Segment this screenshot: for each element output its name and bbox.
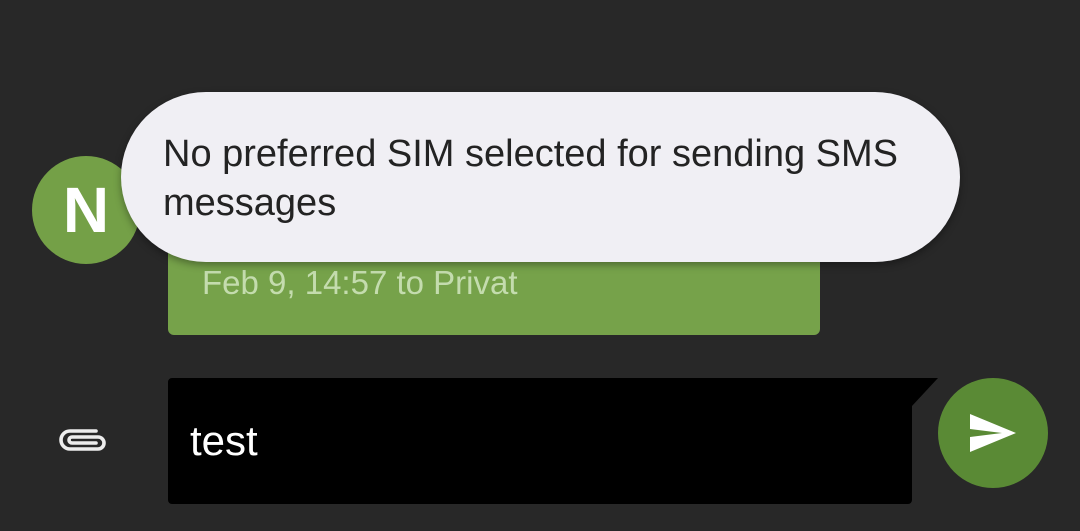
send-button[interactable] [938, 378, 1048, 488]
message-compose-box[interactable] [168, 378, 938, 504]
attach-button[interactable] [48, 408, 120, 472]
send-icon [970, 414, 1016, 452]
toast-text: No preferred SIM selected for sending SM… [163, 133, 899, 224]
paperclip-icon [59, 429, 106, 451]
avatar-letter: N [62, 174, 110, 246]
message-input[interactable] [168, 378, 912, 504]
message-timestamp: Feb 9, 14:57 to Privat [202, 264, 518, 301]
toast-notification: No preferred SIM selected for sending SM… [121, 92, 960, 262]
